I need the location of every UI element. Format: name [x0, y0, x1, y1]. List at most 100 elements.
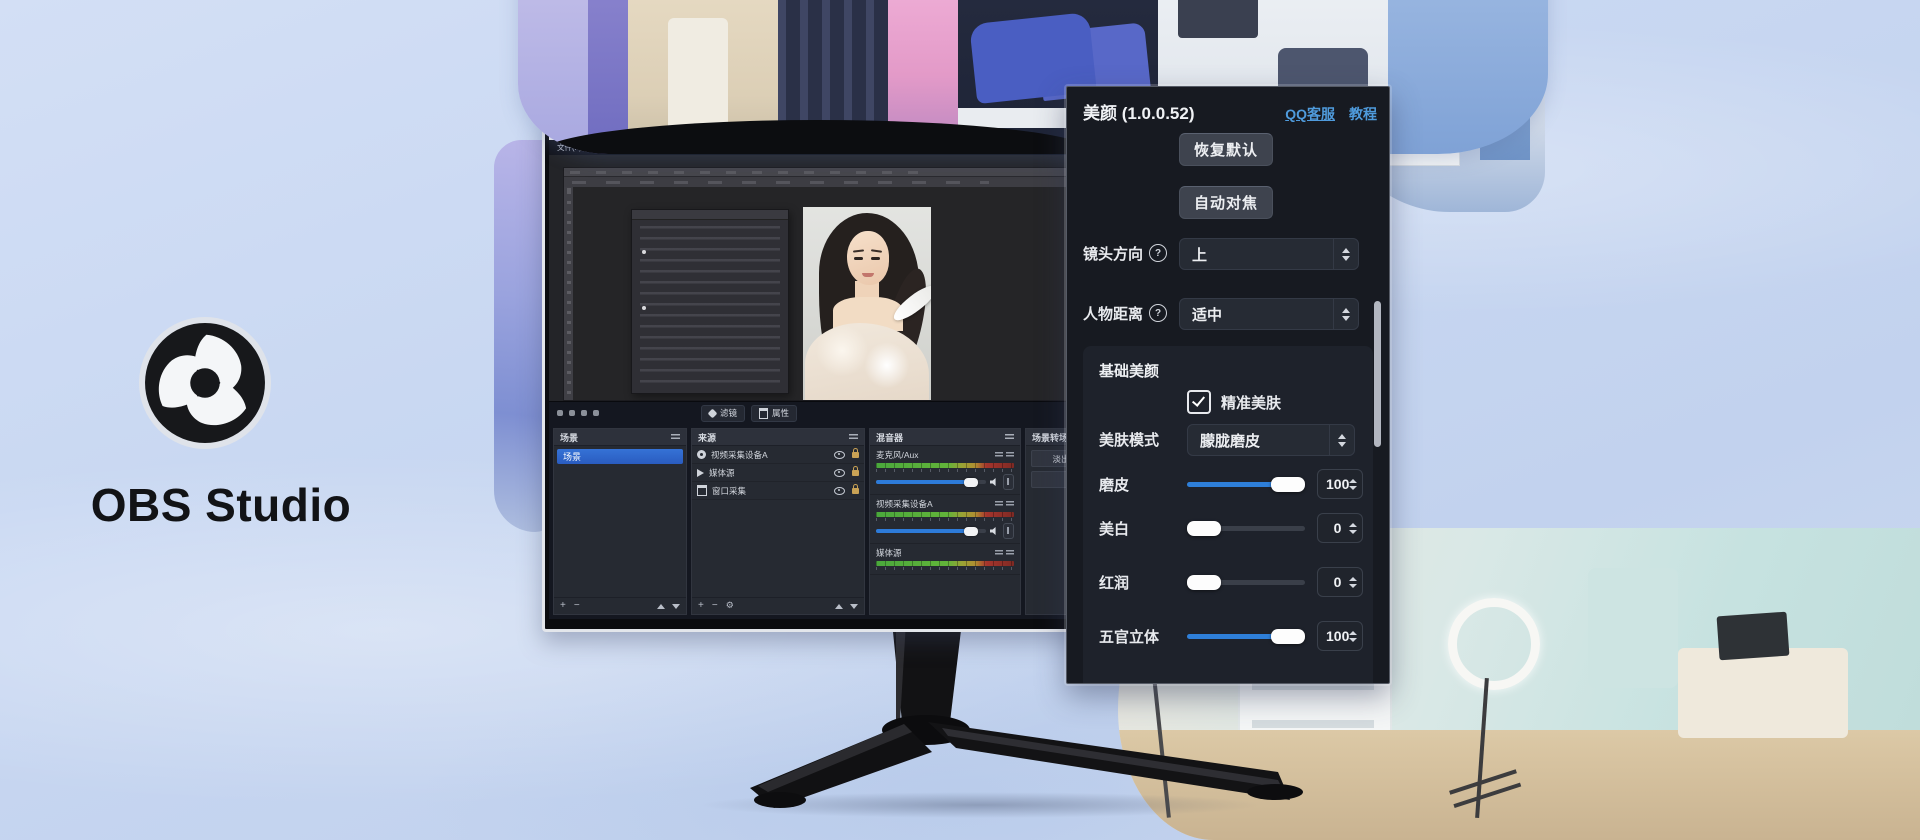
chevron-down-icon — [1342, 316, 1350, 321]
move-source-down-button[interactable] — [850, 604, 858, 609]
add-source-button[interactable] — [698, 601, 704, 611]
source-row[interactable]: 窗口采集 — [692, 482, 864, 500]
volume-row — [876, 523, 1014, 539]
dock-menu-icon[interactable] — [671, 434, 680, 441]
transitions-dock-title: 场景转场 — [1032, 431, 1068, 444]
person-distance-select[interactable]: 适中 — [1179, 298, 1359, 330]
tutorial-link[interactable]: 教程 — [1349, 104, 1377, 124]
spinner-arrows[interactable] — [1349, 631, 1357, 642]
whitening-slider[interactable] — [1187, 526, 1305, 531]
meter-ticks — [876, 469, 1014, 472]
scenes-dock-title: 场景 — [560, 431, 578, 444]
dock-menu-icon[interactable] — [1005, 434, 1014, 441]
mini-dock-icon[interactable] — [557, 410, 563, 416]
autofocus-button[interactable]: 自动对焦 — [1179, 186, 1273, 219]
mini-dock-icon[interactable] — [569, 410, 575, 416]
filters-button[interactable]: 滤镜 — [701, 405, 745, 422]
spinner-down-icon — [1349, 638, 1357, 642]
properties-button[interactable]: 属性 — [751, 405, 797, 422]
mini-dock-icon[interactable] — [581, 410, 587, 416]
mute-icon[interactable] — [1006, 550, 1014, 556]
scenes-dock-header: 场景 — [554, 429, 686, 446]
editor-canvas — [573, 187, 1106, 400]
visibility-icon[interactable] — [834, 487, 845, 495]
mini-dock-icon[interactable] — [593, 410, 599, 416]
portrait-eye — [871, 257, 880, 260]
whitening-value-box[interactable]: 0 — [1317, 513, 1363, 543]
visibility-icon[interactable] — [834, 451, 845, 459]
beauty-panel-title: 美颜 (1.0.0.52) — [1083, 99, 1195, 124]
rosy-slider[interactable] — [1187, 580, 1305, 585]
source-order-buttons — [835, 604, 858, 609]
mute-icon[interactable] — [1006, 452, 1014, 458]
spinner-up-icon — [1349, 577, 1357, 581]
scenes-list: 场景 — [554, 446, 686, 597]
skin-mode-row: 美肤模式 — [1099, 424, 1159, 454]
spinner-arrows[interactable] — [1349, 523, 1357, 534]
remove-source-button[interactable] — [712, 601, 718, 611]
face-3d-slider[interactable] — [1187, 634, 1305, 639]
slider-handle[interactable] — [1271, 477, 1305, 492]
help-icon[interactable] — [1149, 304, 1167, 322]
lens-direction-select[interactable]: 上 — [1179, 238, 1359, 270]
slider-handle[interactable] — [1187, 575, 1221, 590]
select-chevrons[interactable] — [1333, 239, 1358, 269]
scenes-dock: 场景 场景 — [553, 428, 687, 615]
panel-scrollbar[interactable] — [1374, 301, 1381, 447]
skin-mode-select[interactable]: 朦胧磨皮 — [1187, 424, 1355, 456]
lock-icon[interactable] — [852, 470, 859, 476]
volume-slider[interactable] — [876, 529, 986, 533]
channel-icons — [995, 452, 1014, 458]
smooth-skin-value-box[interactable]: 100 — [1317, 469, 1363, 499]
mixer-dock-header: 混音器 — [870, 429, 1020, 446]
channel-name: 媒体源 — [876, 547, 902, 559]
scene-item-selected[interactable]: 场景 — [557, 449, 683, 464]
slider-handle[interactable] — [1271, 629, 1305, 644]
smooth-skin-slider-row: 磨皮 100 — [1099, 467, 1363, 501]
chevron-up-icon — [1342, 308, 1350, 313]
source-properties-button[interactable] — [726, 601, 734, 611]
decor-wall-panel — [1588, 568, 1678, 688]
fader-options-button[interactable] — [1003, 474, 1014, 490]
move-source-up-button[interactable] — [835, 604, 843, 609]
spinner-arrows[interactable] — [1349, 479, 1357, 490]
channel-name: 视频采集设备A — [876, 498, 933, 510]
meter-settings-icon[interactable] — [995, 501, 1003, 507]
speaker-icon[interactable] — [990, 527, 999, 536]
meter-settings-icon[interactable] — [995, 452, 1003, 458]
smooth-skin-label: 磨皮 — [1099, 474, 1187, 495]
lock-icon[interactable] — [852, 488, 859, 494]
dock-menu-icon[interactable] — [849, 434, 858, 441]
spinner-up-icon — [1349, 523, 1357, 527]
help-icon[interactable] — [1149, 244, 1167, 262]
volume-slider[interactable] — [876, 480, 986, 484]
spinner-up-icon — [1349, 631, 1357, 635]
lens-direction-value: 上 — [1180, 244, 1333, 265]
editor-dialog-dot — [642, 250, 646, 254]
fader-options-button[interactable] — [1003, 523, 1014, 539]
meter-settings-icon[interactable] — [995, 550, 1003, 556]
select-chevrons[interactable] — [1333, 299, 1358, 329]
smooth-skin-slider[interactable] — [1187, 482, 1305, 487]
speaker-icon[interactable] — [990, 478, 999, 487]
mute-icon[interactable] — [1006, 501, 1014, 507]
remove-scene-button[interactable] — [574, 601, 580, 611]
source-row[interactable]: 视频采集设备A — [692, 446, 864, 464]
rosy-value: 0 — [1326, 574, 1349, 590]
move-scene-down-button[interactable] — [672, 604, 680, 609]
face-3d-value-box[interactable]: 100 — [1317, 621, 1363, 651]
select-chevrons[interactable] — [1329, 425, 1354, 455]
mixer-channels: 麦克风/Aux 视频采集设备A — [870, 446, 1020, 614]
rosy-value-box[interactable]: 0 — [1317, 567, 1363, 597]
lock-icon[interactable] — [852, 452, 859, 458]
slider-handle[interactable] — [1187, 521, 1221, 536]
meter-ticks — [876, 567, 1014, 570]
visibility-icon[interactable] — [834, 469, 845, 477]
restore-defaults-button[interactable]: 恢复默认 — [1179, 133, 1273, 166]
precise-skin-checkbox[interactable] — [1187, 390, 1211, 414]
move-scene-up-button[interactable] — [657, 604, 665, 609]
add-scene-button[interactable] — [560, 601, 566, 611]
source-row[interactable]: 媒体源 — [692, 464, 864, 482]
qq-support-link[interactable]: QQ客服 — [1285, 104, 1335, 124]
spinner-arrows[interactable] — [1349, 577, 1357, 588]
